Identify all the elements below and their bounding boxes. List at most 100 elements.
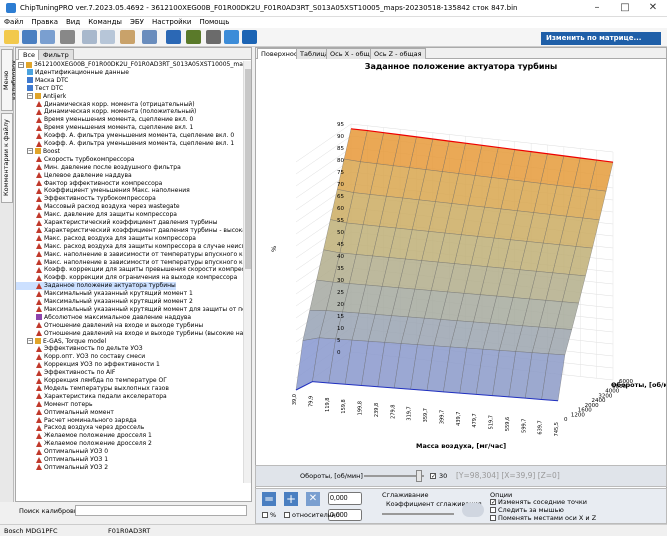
option-mouse-checkbox[interactable] bbox=[490, 507, 496, 513]
tree-item[interactable]: Динамическая корр. момента (отрицательны… bbox=[16, 101, 195, 109]
tree-item[interactable]: Коррекция лямбда по температуре ОГ bbox=[16, 377, 167, 385]
paste-icon[interactable] bbox=[100, 30, 115, 44]
tree-item[interactable]: Время уменьшения момента, сцепление вкл.… bbox=[16, 116, 193, 124]
tree-item[interactable]: Идентификационные данные bbox=[16, 69, 129, 77]
help-icon[interactable] bbox=[242, 30, 257, 44]
rpm-slider-handle[interactable] bbox=[416, 470, 422, 482]
rpm-checkbox[interactable]: ✓ bbox=[430, 473, 436, 480]
tab-all[interactable]: Все bbox=[18, 49, 41, 60]
tree-item[interactable]: Коэффициент уменьшения Макс. наполнения bbox=[16, 187, 190, 195]
search-input[interactable] bbox=[75, 505, 247, 516]
menu-help[interactable]: Помощь bbox=[195, 17, 233, 27]
tree-item[interactable]: Отношение давлений на входе и выходе тур… bbox=[16, 330, 243, 338]
percent-checkbox[interactable] bbox=[262, 512, 268, 518]
tree-folder[interactable]: − Antijerk bbox=[16, 93, 66, 101]
tree-item[interactable]: Оптимальный УОЗ 2 bbox=[16, 464, 108, 472]
maximize-button[interactable]: □ bbox=[611, 0, 639, 16]
tree-item[interactable]: Желаемое положение дросселя 2 bbox=[16, 440, 152, 448]
tree-item[interactable]: Желаемое положение дросселя 1 bbox=[16, 432, 152, 440]
tree-item[interactable]: Динамическая корр. момента (положительны… bbox=[16, 108, 196, 116]
expand-icon[interactable]: − bbox=[18, 61, 24, 68]
compare-icon[interactable] bbox=[120, 30, 135, 44]
tree-scrollbar[interactable] bbox=[243, 61, 251, 483]
tree-item[interactable]: Мин. давление после воздушного фильтра bbox=[16, 164, 181, 172]
tab-file-comments[interactable]: Комментарии к файлу bbox=[1, 113, 13, 203]
value-input[interactable] bbox=[328, 492, 362, 505]
tree-item[interactable]: Оптимальный УОЗ 1 bbox=[16, 456, 108, 464]
tree-item[interactable]: Коррекция УОЗ по эффективности 1 bbox=[16, 361, 160, 369]
relative-checkbox[interactable] bbox=[284, 512, 290, 518]
multiply-icon[interactable]: ✕ bbox=[306, 492, 320, 506]
save-as-icon[interactable] bbox=[40, 30, 55, 44]
tree-item[interactable]: Скорость турбокомпрессора bbox=[16, 156, 134, 164]
tree-item[interactable]: Коэфф. А. фильтра уменьшения момента, сц… bbox=[16, 132, 234, 140]
tree-item[interactable]: Тест DTC bbox=[16, 85, 63, 93]
tree-item[interactable]: Фактор эффективности компрессора bbox=[16, 180, 162, 188]
tree-item[interactable]: Характеристика педали акселератора bbox=[16, 393, 167, 401]
surface-chart[interactable]: 0 5 10 15 20 25 30 35 40 45 50 55 60 65 70 75 80 85 90 95 39… bbox=[256, 72, 666, 462]
expand-icon[interactable]: − bbox=[27, 338, 33, 344]
checksum-icon[interactable] bbox=[186, 30, 201, 44]
tree-item[interactable]: Эффективность турбокомпрессора bbox=[16, 195, 156, 203]
tree-item[interactable]: Массовый расход воздуха через wastegate bbox=[16, 203, 180, 211]
tree-item[interactable]: Корр.опт. УОЗ по составу смеси bbox=[16, 353, 145, 361]
option-swap-checkbox[interactable] bbox=[490, 515, 496, 521]
tree-item[interactable]: Расход воздуха через дроссель bbox=[16, 424, 144, 432]
tree-item[interactable]: Момент потерь bbox=[16, 401, 93, 409]
tools-icon[interactable] bbox=[206, 30, 221, 44]
tab-calibration-menu[interactable]: Меню калибровок bbox=[1, 49, 18, 111]
tree-item[interactable]: Коэфф. коррекции для защиты превышения с… bbox=[16, 266, 243, 274]
tree-item[interactable]: Целевое давление наддува bbox=[16, 172, 132, 180]
expand-icon[interactable]: − bbox=[27, 148, 33, 155]
menu-settings[interactable]: Настройки bbox=[148, 17, 196, 27]
menu-file[interactable]: Файл bbox=[0, 17, 27, 27]
menu-view[interactable]: Вид bbox=[62, 17, 84, 27]
navigate-icon[interactable] bbox=[166, 30, 181, 44]
scrollbar-thumb[interactable] bbox=[245, 69, 251, 269]
tree-item[interactable]: Расчет номинального заряда bbox=[16, 417, 137, 425]
tree-item[interactable]: Маска DTC bbox=[16, 77, 68, 85]
tree-item[interactable]: Характеристический коэффициент давления … bbox=[16, 219, 217, 227]
tree-item[interactable]: Характеристический коэффициент давления … bbox=[16, 227, 243, 235]
tree-item[interactable]: Модель температуры выхлопных газов bbox=[16, 385, 169, 393]
menu-edit[interactable]: Правка bbox=[27, 17, 62, 27]
tree-item[interactable]: Макс. наполнение в зависимости от темпер… bbox=[16, 251, 243, 259]
tree-item[interactable]: Макс. расход воздуха для защиты компресс… bbox=[16, 243, 243, 251]
change-by-matrix-dropdown[interactable]: Изменить по матрице... bbox=[541, 32, 661, 45]
chip-icon[interactable] bbox=[142, 30, 157, 44]
save-icon[interactable] bbox=[22, 30, 37, 44]
tree-folder[interactable]: − Boost bbox=[16, 148, 60, 156]
tree-item[interactable]: Макс. наполнение в зависимости от темпер… bbox=[16, 259, 243, 267]
tree-item[interactable]: Отношение давлений на входе и выходе тур… bbox=[16, 322, 203, 330]
minus-icon[interactable]: ═ bbox=[262, 492, 276, 506]
close-button[interactable]: ✕ bbox=[639, 0, 667, 16]
menu-ecu[interactable]: ЭБУ bbox=[126, 17, 148, 27]
tree-item[interactable]: Макс. давление для защиты компрессора bbox=[16, 211, 177, 219]
tab-z-axis[interactable]: Ось Z - общая bbox=[370, 48, 426, 59]
tree-item[interactable]: Эффективность по AIF bbox=[16, 369, 115, 377]
tree-item[interactable]: Абсолютное максимальное давление наддува bbox=[16, 314, 191, 322]
tree-item[interactable]: Максимальный указанный крутящий момент д… bbox=[16, 306, 243, 314]
minimize-button[interactable]: – bbox=[583, 0, 611, 16]
tree-item[interactable]: Коэфф. А. фильтра уменьшения момента, сц… bbox=[16, 140, 234, 148]
print-icon[interactable] bbox=[60, 30, 75, 44]
tree-item[interactable]: Максимальный указанный крутящий момент 1 bbox=[16, 290, 193, 298]
tree-item[interactable]: Оптимальный момент bbox=[16, 409, 114, 417]
tree-item[interactable]: Эффективность по дельте УОЗ bbox=[16, 345, 143, 353]
tree-item[interactable]: Заданное положение актуатора турбины bbox=[16, 282, 176, 291]
tab-filter[interactable]: Фильтр bbox=[38, 49, 74, 60]
tree-folder[interactable]: − E-GAS, Torque model bbox=[16, 338, 106, 346]
option-neighbor-checkbox[interactable]: ✓ bbox=[490, 499, 496, 506]
smoothing-slider[interactable] bbox=[382, 513, 454, 515]
tree-item[interactable]: Время уменьшения момента, сцепление вкл.… bbox=[16, 124, 193, 132]
tree-item[interactable]: Оптимальный УОЗ 0 bbox=[16, 448, 108, 456]
copy-icon[interactable] bbox=[82, 30, 97, 44]
tree-item[interactable]: Макс. расход воздуха для защиты компресс… bbox=[16, 235, 196, 243]
open-folder-icon[interactable] bbox=[4, 30, 19, 44]
menu-commands[interactable]: Команды bbox=[84, 17, 126, 27]
plus-icon[interactable]: + bbox=[284, 492, 298, 506]
refresh-icon[interactable] bbox=[224, 30, 239, 44]
rpm-slider-track[interactable] bbox=[364, 475, 424, 477]
smooth-apply-icon[interactable] bbox=[462, 503, 484, 517]
expand-icon[interactable]: − bbox=[27, 93, 33, 100]
